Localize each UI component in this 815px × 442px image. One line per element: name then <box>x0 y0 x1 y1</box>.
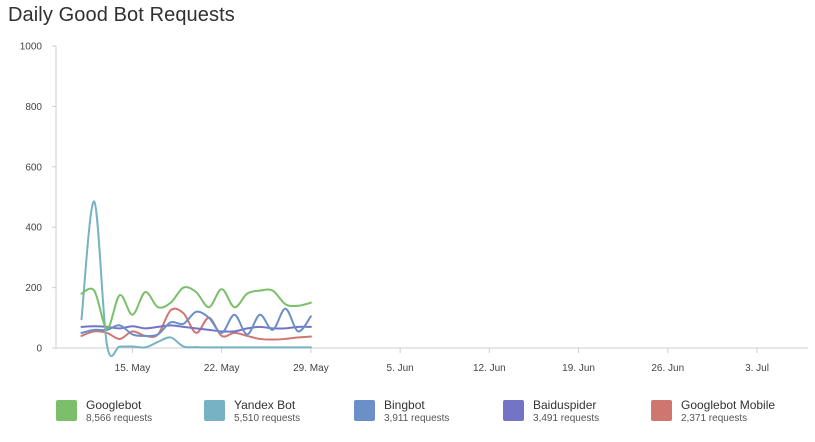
y-tick-label: 600 <box>25 162 42 173</box>
x-tick-label: 22. May <box>204 363 240 374</box>
legend-series-name: Yandex Bot <box>234 398 296 412</box>
legend-swatch <box>56 400 77 421</box>
legend-swatch <box>503 400 524 421</box>
legend-series-total: 3,911 requests <box>384 413 450 424</box>
x-tick-label: 26. Jun <box>651 363 684 374</box>
chart-legend: Googlebot 8,566 requests Yandex Bot 5,510 r… <box>0 396 815 436</box>
y-tick-label: 800 <box>25 102 42 113</box>
y-tick-label: 400 <box>25 223 42 234</box>
legend-series-total: 2,371 requests <box>681 413 748 424</box>
y-tick-label: 200 <box>25 283 42 294</box>
legend-series-total: 8,566 requests <box>86 413 153 424</box>
y-tick-label: 0 <box>36 344 42 355</box>
legend-series-name: Googlebot <box>86 398 142 412</box>
series-line-googlebot <box>80 286 312 330</box>
line-chart: 0 200 400 600 800 1000 15. May 22. May 29. May 5.… <box>20 42 808 374</box>
x-tick-label: 12. Jun <box>473 363 506 374</box>
x-tick-label: 3. Jul <box>745 363 769 374</box>
x-tick-label: 5. Jun <box>387 363 414 374</box>
x-tick-label: 19. Jun <box>562 363 595 374</box>
y-tick-label: 1000 <box>20 42 43 53</box>
legend-swatch <box>651 400 672 421</box>
legend-swatch <box>204 400 225 421</box>
legend-series-name: Googlebot Mobile <box>681 398 776 412</box>
legend-series-name: Bingbot <box>384 398 425 412</box>
legend-swatch <box>354 400 375 421</box>
page: Daily Good Bot Requests 0 200 400 600 800 100… <box>0 0 815 442</box>
legend-series-total: 3,491 requests <box>533 413 600 424</box>
legend-series-name: Baiduspider <box>533 398 597 412</box>
legend-series-total: 5,510 requests <box>234 413 301 424</box>
x-tick-label: 15. May <box>115 363 151 374</box>
x-tick-label: 29. May <box>293 363 329 374</box>
